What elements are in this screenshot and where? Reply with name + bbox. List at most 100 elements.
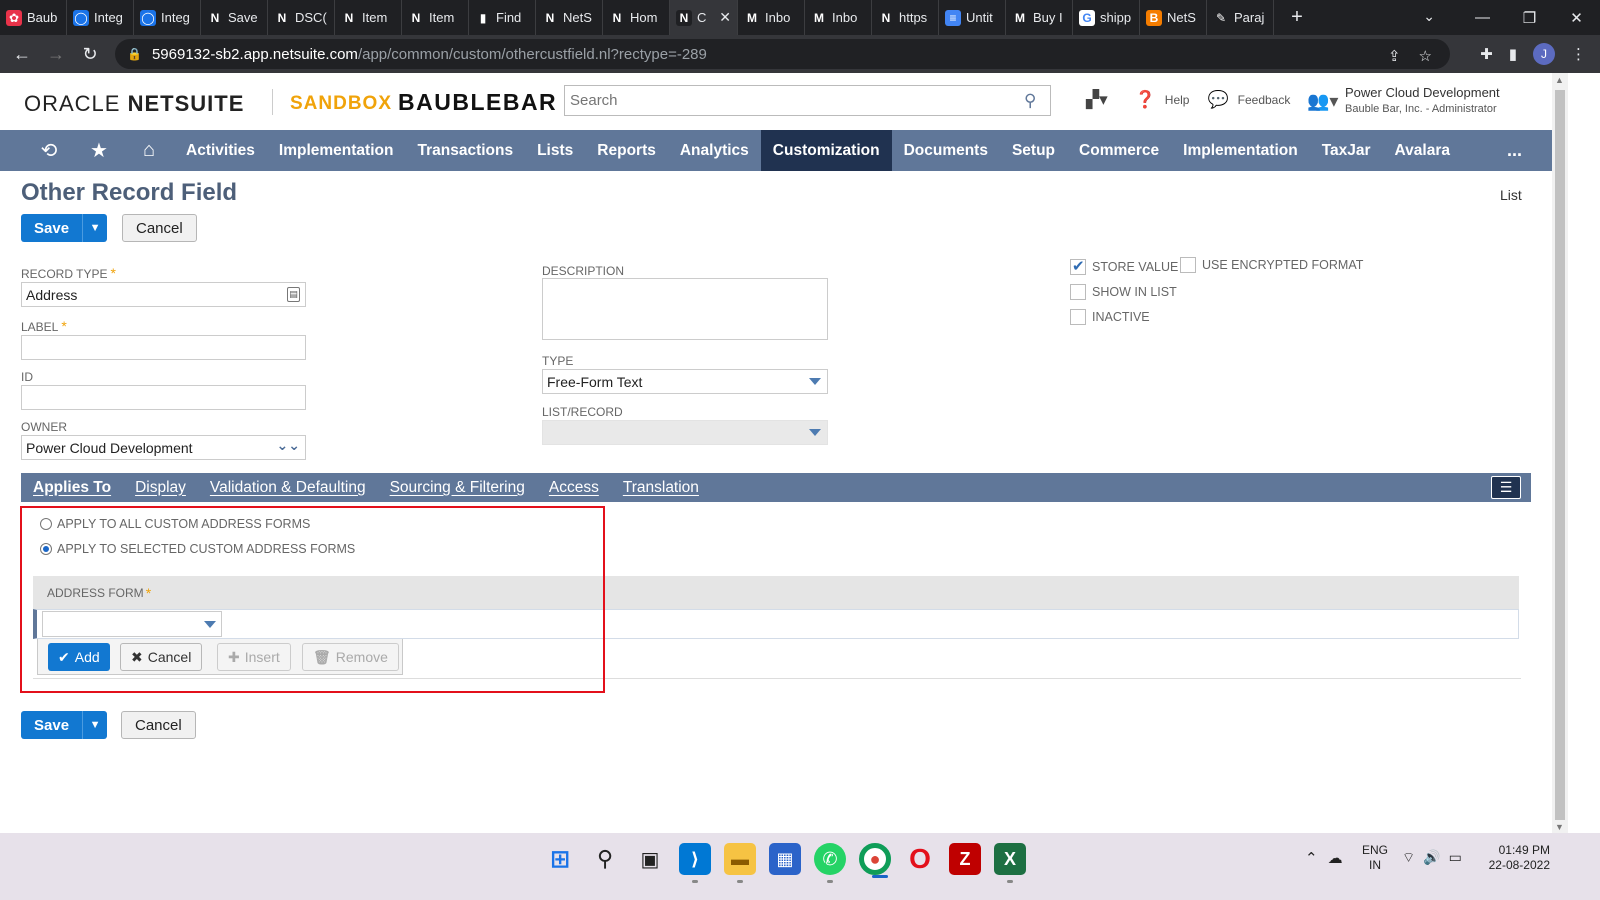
excel-icon[interactable]: X xyxy=(994,843,1026,883)
use-encrypted-checkbox[interactable] xyxy=(1180,257,1196,273)
browser-tab[interactable]: M Inbo xyxy=(738,0,805,35)
favorites-star-icon[interactable]: ★ xyxy=(74,138,124,163)
nav-item-implementation[interactable]: Implementation xyxy=(267,130,406,171)
browser-tab[interactable]: N Item xyxy=(402,0,469,35)
store-value-checkbox[interactable] xyxy=(1070,257,1086,275)
vertical-scrollbar[interactable]: ▲ ▼ xyxy=(1552,73,1568,833)
search-taskbar-icon[interactable]: ⚲ xyxy=(589,843,621,875)
back-icon[interactable]: ← xyxy=(5,44,39,65)
share-icon[interactable]: ⇪ xyxy=(1388,47,1401,65)
type-select[interactable]: Free-Form Text xyxy=(542,369,828,394)
battery-icon[interactable]: ▭ xyxy=(1449,849,1462,867)
save-button-top[interactable]: Save ▼ xyxy=(21,214,108,242)
browser-tab[interactable]: M Inbo xyxy=(805,0,872,35)
nav-item-analytics[interactable]: Analytics xyxy=(668,130,761,171)
file-explorer-icon[interactable]: ▬ xyxy=(724,843,756,883)
browser-tab[interactable]: N C ✕ xyxy=(670,0,738,35)
browser-tab[interactable]: ✎ Paraj xyxy=(1207,0,1274,35)
system-clock[interactable]: 01:49 PM 22-08-2022 xyxy=(1484,843,1550,873)
user-info[interactable]: Power Cloud Development Bauble Bar, Inc.… xyxy=(1345,85,1500,117)
nav-item-lists[interactable]: Lists xyxy=(525,130,585,171)
user-menu-icon[interactable]: 👥▾ xyxy=(1307,91,1338,112)
subtab-display[interactable]: Display xyxy=(123,479,198,497)
subtab-sourcing-filtering[interactable]: Sourcing & Filtering xyxy=(378,479,537,497)
home-icon[interactable]: ⌂ xyxy=(124,139,174,162)
url-bar[interactable]: 🔒 5969132-sb2.app.netsuite.com/app/commo… xyxy=(115,39,1450,69)
volume-icon[interactable]: 🔊 xyxy=(1423,849,1440,867)
browser-tab[interactable]: ◯ Integ xyxy=(67,0,134,35)
wifi-icon[interactable]: ⌔ xyxy=(1402,849,1415,867)
lookup-icon[interactable]: ▤ xyxy=(287,287,300,302)
browser-tab[interactable]: ✿ Baub xyxy=(0,0,67,35)
save-button-bottom[interactable]: Save ▼ xyxy=(21,711,108,739)
subtab-access[interactable]: Access xyxy=(537,479,611,497)
reload-icon[interactable]: ↻ xyxy=(73,44,107,65)
windows-start-icon[interactable]: ⊞ xyxy=(544,843,576,875)
browser-tab[interactable]: B NetS xyxy=(1140,0,1207,35)
close-window-icon[interactable]: ✕ xyxy=(1553,9,1600,27)
recent-history-icon[interactable]: ⟲ xyxy=(24,138,74,163)
browser-tab[interactable]: ≡ Untit xyxy=(939,0,1006,35)
bookmark-star-icon[interactable]: ☆ xyxy=(1419,47,1432,65)
forward-icon[interactable]: → xyxy=(39,44,73,65)
layout-toggle-icon[interactable]: ☰ xyxy=(1491,476,1521,499)
browser-tab[interactable]: N DSC( xyxy=(268,0,335,35)
global-search-input[interactable] xyxy=(570,92,1024,109)
restore-icon[interactable]: ❐ xyxy=(1506,9,1553,27)
search-icon[interactable]: ⚲ xyxy=(1024,91,1050,111)
profile-avatar[interactable]: J xyxy=(1533,43,1555,65)
browser-tab[interactable]: ▮ Find xyxy=(469,0,536,35)
browser-tab[interactable]: Gshipp xyxy=(1073,0,1140,35)
use-encrypted-checkbox-row[interactable]: USE ENCRYPTED FORMAT xyxy=(1180,257,1363,273)
oracle-netsuite-logo[interactable]: ORACLE NETSUITE xyxy=(24,91,244,117)
scroll-down-icon[interactable]: ▼ xyxy=(1555,822,1564,832)
nav-item-taxjar[interactable]: TaxJar xyxy=(1310,130,1383,171)
save-dropdown-icon[interactable]: ▼ xyxy=(82,711,107,739)
inactive-checkbox-row[interactable]: INACTIVE xyxy=(1070,309,1150,325)
new-tab-button[interactable]: + xyxy=(1282,6,1312,29)
feedback-link[interactable]: 💬 Feedback xyxy=(1207,90,1290,110)
chrome-menu-icon[interactable]: ⋮ xyxy=(1571,45,1586,63)
subtab-translation[interactable]: Translation xyxy=(611,479,711,497)
record-type-field[interactable]: Address ▤ xyxy=(21,282,306,307)
browser-tab[interactable]: N Save xyxy=(201,0,268,35)
extensions-puzzle-icon[interactable]: ✚ xyxy=(1480,45,1493,63)
scroll-up-icon[interactable]: ▲ xyxy=(1555,75,1564,85)
nav-item-implementation[interactable]: Implementation xyxy=(1171,130,1310,171)
onedrive-cloud-icon[interactable]: ☁ xyxy=(1328,849,1343,867)
side-panel-icon[interactable]: ▮ xyxy=(1509,45,1517,63)
whatsapp-icon[interactable]: ✆ xyxy=(814,843,846,883)
nav-item-setup[interactable]: Setup xyxy=(1000,130,1067,171)
nav-item-customization[interactable]: Customization xyxy=(760,130,892,171)
vscode-icon[interactable]: ⟩ xyxy=(679,843,711,883)
tab-close-icon[interactable]: ✕ xyxy=(715,9,731,26)
show-in-list-checkbox[interactable] xyxy=(1070,284,1086,300)
minimize-icon[interactable]: — xyxy=(1459,9,1506,26)
filezilla-icon[interactable]: Z xyxy=(949,843,981,875)
nav-item-commerce[interactable]: Commerce xyxy=(1067,130,1171,171)
id-input[interactable] xyxy=(21,385,306,410)
store-value-checkbox-row[interactable]: STORE VALUE xyxy=(1070,257,1178,275)
recent-records-button[interactable]: ▞▾ xyxy=(1086,90,1117,110)
tab-search-chevron-icon[interactable]: ⌄ xyxy=(1423,8,1435,25)
subtab-validation-defaulting[interactable]: Validation & Defaulting xyxy=(198,479,378,497)
nav-item-activities[interactable]: Activities xyxy=(174,130,267,171)
language-indicator[interactable]: ENG IN xyxy=(1362,843,1388,873)
nav-item-transactions[interactable]: Transactions xyxy=(405,130,525,171)
browser-tab[interactable]: Nhttps xyxy=(872,0,939,35)
browser-tab[interactable]: M Buy I xyxy=(1006,0,1073,35)
nav-item-avalara[interactable]: Avalara xyxy=(1383,130,1462,171)
chrome-icon[interactable]: ● xyxy=(859,843,891,878)
scroll-thumb[interactable] xyxy=(1555,90,1565,820)
owner-select[interactable]: Power Cloud Development ⌄⌄ xyxy=(21,435,306,460)
cancel-button-bottom[interactable]: Cancel xyxy=(121,711,196,739)
nav-more[interactable]: ... xyxy=(1507,140,1522,161)
help-link[interactable]: ❓ Help xyxy=(1135,90,1190,110)
browser-tab[interactable]: N NetS xyxy=(536,0,603,35)
nav-item-documents[interactable]: Documents xyxy=(892,130,1000,171)
description-textarea[interactable] xyxy=(542,278,828,340)
nav-item-reports[interactable]: Reports xyxy=(585,130,668,171)
show-in-list-checkbox-row[interactable]: SHOW IN LIST xyxy=(1070,284,1177,300)
browser-tab[interactable]: ◯ Integ xyxy=(134,0,201,35)
list-link[interactable]: List xyxy=(1500,187,1522,203)
